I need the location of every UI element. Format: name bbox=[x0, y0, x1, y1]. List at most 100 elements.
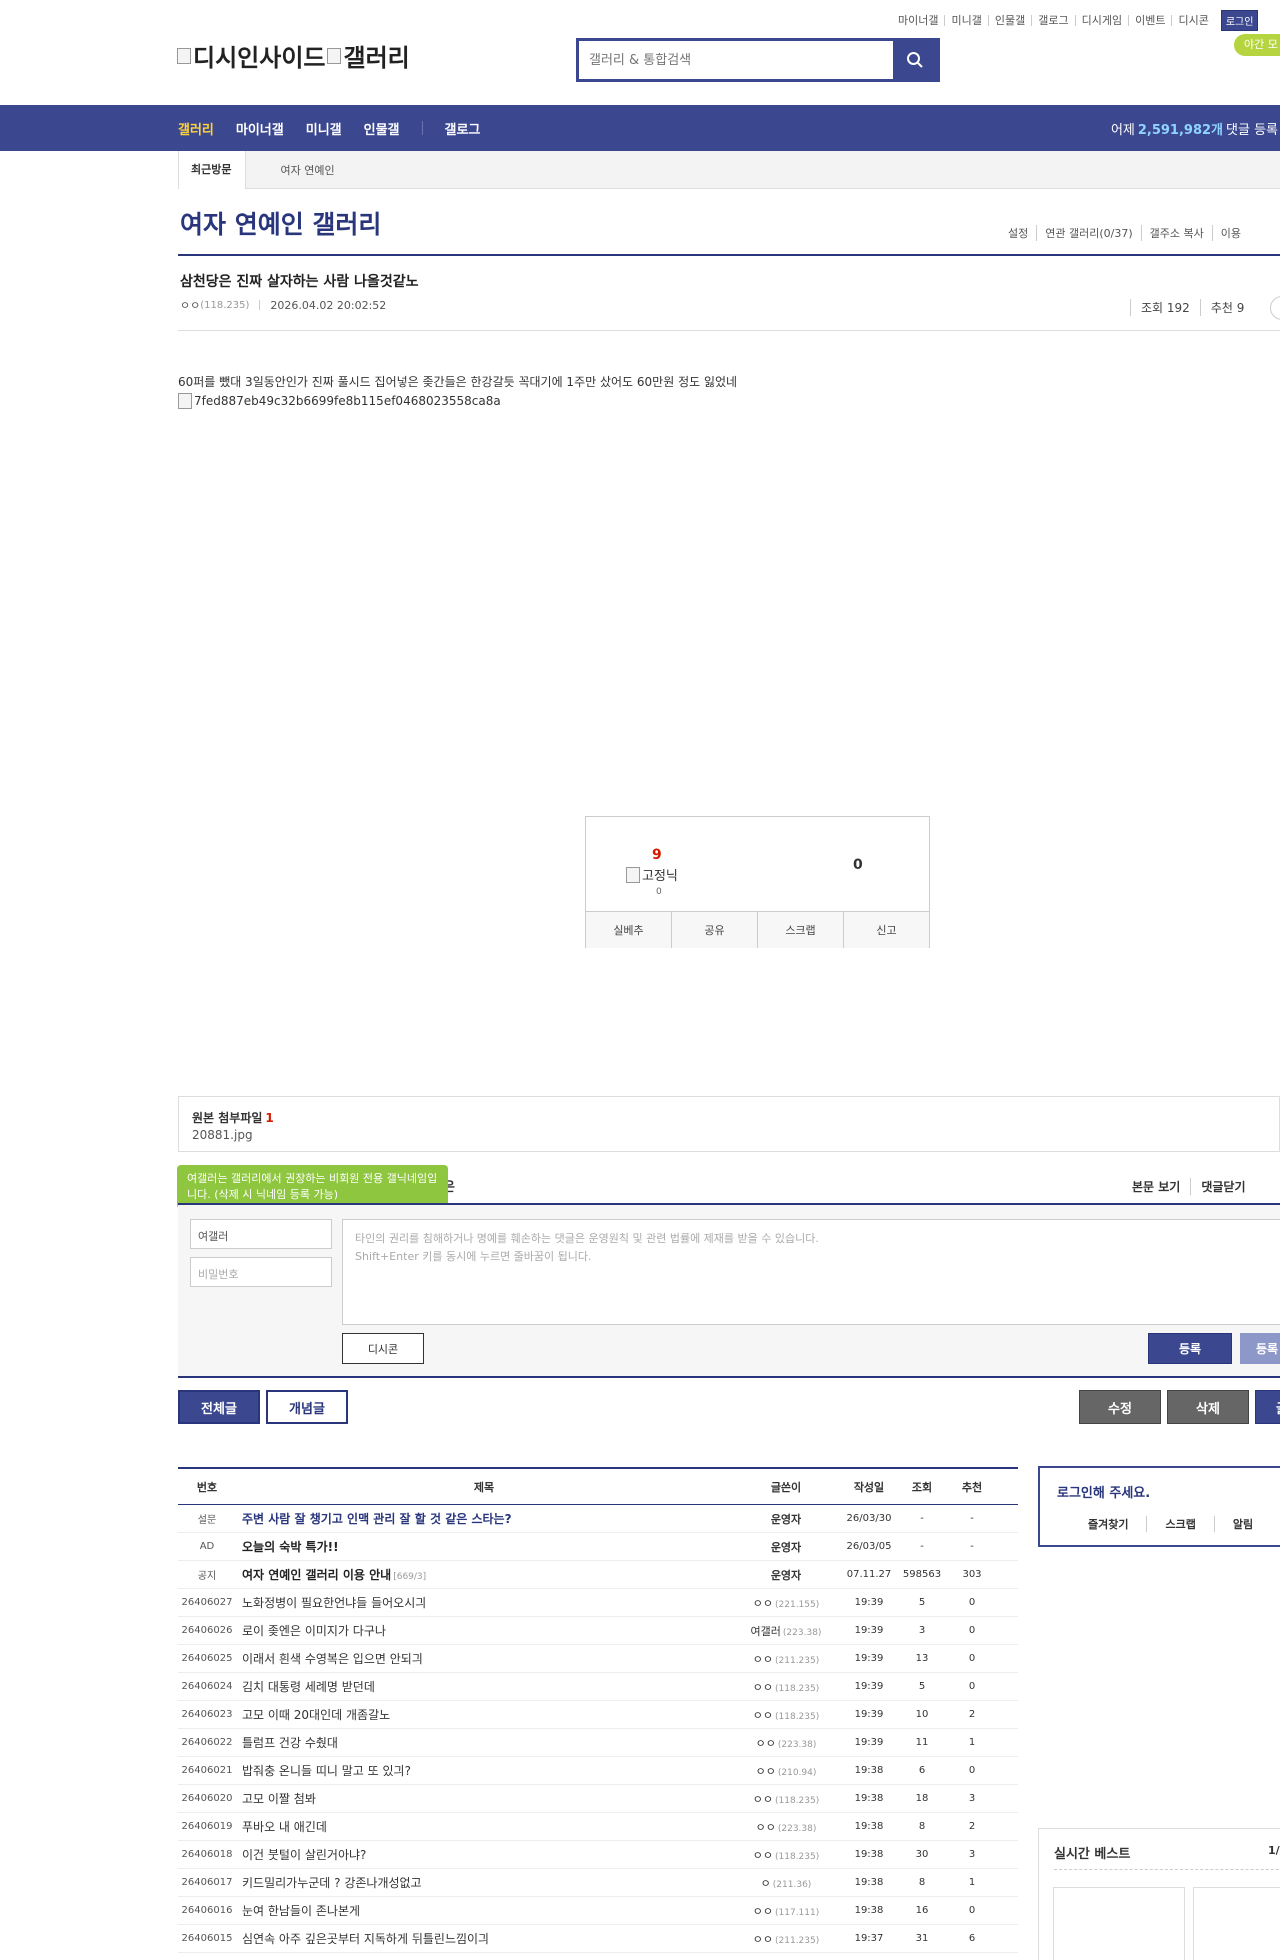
row-title[interactable]: 눈여 한남들이 존나본게 bbox=[236, 1902, 732, 1919]
top-link-minor[interactable]: 마이너갤 bbox=[892, 15, 944, 26]
post-row[interactable]: 26406017 키드밀리가누군데 ? 강존나개성없고 ㅇ (211.36) 19:38… bbox=[178, 1869, 1018, 1897]
notice-row[interactable]: 설문 주변 사람 잘 챙기고 인맥 관리 잘 할 것 같은 스타는? 운영자 26/0… bbox=[178, 1505, 1018, 1533]
recent-visit-item[interactable]: 여자 연예인 bbox=[280, 162, 334, 178]
post-row[interactable]: 26406025 이래서 흰색 수영복은 입으면 안되긔 ㅇㅇ (211.235) 19… bbox=[178, 1645, 1018, 1673]
row-writer[interactable]: ㅇ (211.36) bbox=[732, 1875, 840, 1891]
scrap-tab[interactable]: 스크랩 bbox=[1146, 1516, 1213, 1532]
nav-gallog[interactable]: 갤로그 bbox=[445, 119, 481, 138]
dccon-button[interactable]: 디시콘 bbox=[342, 1333, 424, 1364]
notice-row[interactable]: AD 오늘의 숙박 특가!! 운영자 26/03/05 - - bbox=[178, 1533, 1018, 1561]
real-best-button[interactable]: 실베추 bbox=[586, 912, 671, 948]
top-link-gallog[interactable]: 갤로그 bbox=[1031, 15, 1074, 26]
row-writer[interactable]: ㅇㅇ (221.155) bbox=[732, 1595, 840, 1611]
logo-dcinside[interactable]: 디시인사이드 bbox=[177, 38, 325, 73]
report-button[interactable]: 신고 bbox=[843, 912, 929, 948]
row-writer[interactable]: ㅇㅇ (118.235) bbox=[732, 1847, 840, 1863]
login-prompt[interactable]: 로그인해 주세요. bbox=[1057, 1482, 1150, 1501]
row-title[interactable]: 로이 좆엔은 이미지가 다구나 bbox=[236, 1622, 732, 1639]
row-title[interactable]: 주변 사람 잘 챙기고 인맥 관리 잘 할 것 같은 스타는? bbox=[236, 1510, 732, 1527]
gallery-settings-link[interactable]: 설정 bbox=[1000, 225, 1036, 241]
logo-gallery[interactable]: 갤러리 bbox=[327, 38, 410, 73]
post-row[interactable]: 26406023 고모 이때 20대인데 개좀갈노 ㅇㅇ (118.235) 19:39… bbox=[178, 1701, 1018, 1729]
site-logo[interactable]: 디시인사이드 갤러리 bbox=[177, 38, 410, 73]
all-posts-button[interactable]: 전체글 bbox=[178, 1390, 260, 1424]
comment-submit-button[interactable]: 등록 bbox=[1148, 1333, 1232, 1364]
recent-visit-label[interactable]: 최근방문 bbox=[179, 150, 247, 189]
write-button[interactable]: 글 bbox=[1255, 1390, 1280, 1424]
comment-submit-secondary-button[interactable]: 등록 bbox=[1240, 1333, 1280, 1364]
share-button[interactable]: 공유 bbox=[671, 912, 757, 948]
row-writer[interactable]: 운영자 bbox=[732, 1567, 840, 1583]
row-title[interactable]: 밥줘충 온니들 띠니 말고 또 있긔? bbox=[236, 1762, 732, 1779]
row-title[interactable]: 이건 붓털이 살린거아냐? bbox=[236, 1846, 732, 1863]
top-link-event[interactable]: 이벤트 bbox=[1128, 15, 1171, 26]
post-row[interactable]: 26406015 심연속 아주 깊은곳부터 지독하게 뒤틀린느낌이긔 ㅇㅇ (211.… bbox=[178, 1925, 1018, 1953]
gallery-title[interactable]: 여자 연예인 갤러리 bbox=[180, 205, 381, 241]
row-title[interactable]: 이래서 흰색 수영복은 입으면 안되긔 bbox=[236, 1650, 732, 1667]
row-title[interactable]: 키드밀리가누군데 ? 강존나개성없고 bbox=[236, 1874, 732, 1891]
row-writer[interactable]: ㅇㅇ (117.111) bbox=[732, 1903, 840, 1919]
row-title[interactable]: 고모 이짤 첨봐 bbox=[236, 1790, 732, 1807]
row-title[interactable]: 김치 대통령 세례명 받던데 bbox=[236, 1678, 732, 1695]
concept-posts-button[interactable]: 개념글 bbox=[266, 1390, 348, 1424]
view-body-link[interactable]: 본문 보기 bbox=[1122, 1178, 1190, 1195]
nav-person[interactable]: 인물갤 bbox=[364, 119, 400, 138]
nav-mini[interactable]: 미니갤 bbox=[306, 119, 342, 138]
edit-button[interactable]: 수정 bbox=[1079, 1390, 1161, 1424]
nickname-field[interactable]: 여갤러 bbox=[190, 1219, 332, 1249]
row-writer[interactable]: ㅇㅇ (211.235) bbox=[732, 1931, 840, 1947]
notifications-tab[interactable]: 알림 bbox=[1213, 1516, 1271, 1532]
recommend-up-button[interactable]: 고정닉 bbox=[626, 865, 678, 884]
top-link-mini[interactable]: 미니갤 bbox=[944, 15, 987, 26]
post-image[interactable]: 7fed887eb49c32b6699fe8b115ef0468023558ca… bbox=[178, 393, 501, 409]
row-title[interactable]: 오늘의 숙박 특가!! bbox=[236, 1538, 732, 1555]
post-row[interactable]: 26406018 이건 붓털이 살린거아냐? ㅇㅇ (118.235) 19:38 30 3 bbox=[178, 1841, 1018, 1869]
post-row[interactable]: 26406021 밥줘충 온니들 띠니 말고 또 있긔? ㅇㅇ (210.94) 19:… bbox=[178, 1757, 1018, 1785]
post-row[interactable]: 26406022 틀럼프 건강 수췄대 ㅇㅇ (223.38) 19:39 11 1 bbox=[178, 1729, 1018, 1757]
copy-address-link[interactable]: 갤주소 복사 bbox=[1140, 225, 1212, 241]
top-link-dccon[interactable]: 디시콘 bbox=[1171, 15, 1214, 26]
row-writer[interactable]: ㅇㅇ (118.235) bbox=[732, 1679, 840, 1695]
usage-link[interactable]: 이용 bbox=[1211, 225, 1249, 241]
post-row[interactable]: 26406026 로이 좆엔은 이미지가 다구나 여갤러 (223.38) 19:39 3… bbox=[178, 1617, 1018, 1645]
row-writer[interactable]: ㅇㅇ (223.38) bbox=[732, 1735, 840, 1751]
comment-jump-button[interactable] bbox=[1270, 296, 1280, 320]
post-author[interactable]: ㅇㅇ bbox=[180, 297, 200, 313]
row-writer[interactable]: ㅇㅇ (210.94) bbox=[732, 1763, 840, 1779]
post-row[interactable]: 26406027 노화정병이 필요한언냐들 들어오시긔 ㅇㅇ (221.155) 19:… bbox=[178, 1589, 1018, 1617]
row-writer[interactable]: ㅇㅇ (118.235) bbox=[732, 1707, 840, 1723]
row-title[interactable]: 푸바오 내 애긴데 bbox=[236, 1818, 732, 1835]
comment-textarea[interactable]: 타인의 권리를 침해하거나 명예를 훼손하는 댓글은 운영원칙 및 관련 법률에… bbox=[342, 1219, 1280, 1325]
nav-minor[interactable]: 마이너갤 bbox=[236, 119, 284, 138]
recommend-down-count[interactable]: 0 bbox=[853, 857, 863, 873]
post-row[interactable]: 26406019 푸바오 내 애긴데 ㅇㅇ (223.38) 19:38 8 2 bbox=[178, 1813, 1018, 1841]
search-input[interactable] bbox=[579, 41, 893, 79]
row-writer[interactable]: 여갤러 (223.38) bbox=[732, 1623, 840, 1639]
top-link-person[interactable]: 인물갤 bbox=[987, 15, 1031, 26]
attachment-file-link[interactable]: 20881.jpg bbox=[192, 1128, 253, 1142]
row-title[interactable]: 여자 연예인 갤러리 이용 안내 [669/3] bbox=[236, 1566, 732, 1583]
row-title[interactable]: 심연속 아주 깊은곳부터 지독하게 뒤틀린느낌이긔 bbox=[236, 1930, 732, 1947]
row-title[interactable]: 고모 이때 20대인데 개좀갈노 bbox=[236, 1706, 732, 1723]
post-row[interactable]: 26406016 눈여 한남들이 존나본게 ㅇㅇ (117.111) 19:38 16 0 bbox=[178, 1897, 1018, 1925]
password-field[interactable]: 비밀번호 bbox=[190, 1257, 332, 1287]
row-title[interactable]: 노화정병이 필요한언냐들 들어오시긔 bbox=[236, 1594, 732, 1611]
delete-button[interactable]: 삭제 bbox=[1167, 1390, 1249, 1424]
related-gallery-link[interactable]: 연관 갤러리(0/37) bbox=[1036, 225, 1140, 241]
row-writer[interactable]: ㅇㅇ (211.235) bbox=[732, 1651, 840, 1667]
row-writer[interactable]: 운영자 bbox=[732, 1539, 840, 1555]
close-comments-link[interactable]: 댓글닫기 bbox=[1190, 1178, 1255, 1195]
row-writer[interactable]: ㅇㅇ (223.38) bbox=[732, 1819, 840, 1835]
scrap-button[interactable]: 스크랩 bbox=[757, 912, 843, 948]
row-writer[interactable]: 운영자 bbox=[732, 1511, 840, 1527]
best-card[interactable] bbox=[1193, 1887, 1280, 1960]
login-button[interactable]: 로그인 bbox=[1220, 10, 1259, 31]
search-button[interactable] bbox=[893, 41, 937, 79]
favorites-tab[interactable]: 즐겨찾기 bbox=[1040, 1516, 1146, 1532]
post-row[interactable]: 26406024 김치 대통령 세례명 받던데 ㅇㅇ (118.235) 19:39 5 0 bbox=[178, 1673, 1018, 1701]
night-mode-toggle[interactable]: 야간 모 bbox=[1234, 34, 1280, 56]
best-card[interactable] bbox=[1053, 1887, 1185, 1960]
notice-row[interactable]: 공지 여자 연예인 갤러리 이용 안내 [669/3] 운영자 07.11.27 5985… bbox=[178, 1561, 1018, 1589]
post-row[interactable]: 26406020 고모 이짤 첨봐 ㅇㅇ (118.235) 19:38 18 3 bbox=[178, 1785, 1018, 1813]
row-title[interactable]: 틀럼프 건강 수췄대 bbox=[236, 1734, 732, 1751]
